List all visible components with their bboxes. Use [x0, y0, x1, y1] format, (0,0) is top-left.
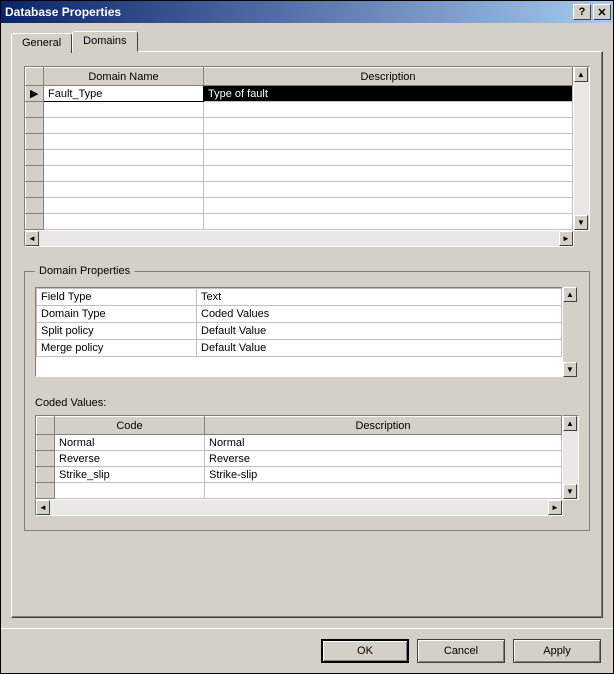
scroll-down-icon[interactable]: ▼ [563, 484, 577, 499]
help-button[interactable]: ? [573, 4, 591, 20]
domain-properties-group: Domain Properties Field TypeText Domain … [24, 265, 590, 531]
cell-desc[interactable]: Strike-slip [205, 467, 562, 483]
titlebar: Database Properties ? ✕ [1, 1, 613, 23]
prop-value[interactable]: Default Value [197, 340, 562, 357]
coded-values-grid[interactable]: Code Description NormalNormal ReverseRev… [35, 415, 563, 500]
prop-label: Merge policy [37, 340, 197, 357]
domain-properties-legend: Domain Properties [35, 265, 134, 277]
tab-domains[interactable]: Domains [72, 31, 137, 52]
scroll-up-icon[interactable]: ▲ [563, 416, 577, 431]
prop-value[interactable]: Coded Values [197, 306, 562, 323]
coded-vscroll[interactable]: ▲ ▼ [563, 415, 579, 500]
grid-corner [37, 417, 55, 435]
prop-value[interactable]: Default Value [197, 323, 562, 340]
cell-code[interactable]: Reverse [55, 451, 205, 467]
cancel-button[interactable]: Cancel [417, 639, 505, 663]
apply-button[interactable]: Apply [513, 639, 601, 663]
scroll-left-icon[interactable]: ◄ [25, 231, 39, 246]
col-header-domain-name[interactable]: Domain Name [44, 68, 204, 86]
tab-general[interactable]: General [11, 33, 72, 53]
coded-hscroll[interactable]: ◄ ► [35, 500, 563, 516]
domains-vscroll[interactable]: ▲ ▼ [574, 66, 590, 231]
prop-label: Split policy [37, 323, 197, 340]
prop-value[interactable]: Text [197, 289, 562, 306]
row-header[interactable] [26, 198, 44, 214]
row-header[interactable] [26, 166, 44, 182]
col-header-code[interactable]: Code [55, 417, 205, 435]
row-header[interactable] [37, 451, 55, 467]
tab-panel-domains: Domain Name Description ▶ Fault_Type Typ… [11, 51, 603, 618]
button-bar: OK Cancel Apply [1, 628, 613, 673]
scroll-left-icon[interactable]: ◄ [36, 500, 50, 515]
properties-grid[interactable]: Field TypeText Domain TypeCoded Values S… [35, 287, 563, 377]
row-header[interactable] [37, 435, 55, 451]
domains-hscroll[interactable]: ◄ ► [24, 231, 574, 247]
prop-label: Field Type [37, 289, 197, 306]
prop-label: Domain Type [37, 306, 197, 323]
row-header[interactable] [26, 214, 44, 230]
scroll-right-icon[interactable]: ► [548, 500, 562, 515]
cell-code[interactable]: Strike_slip [55, 467, 205, 483]
ok-button[interactable]: OK [321, 639, 409, 663]
grid-corner [26, 68, 44, 86]
row-header[interactable] [26, 134, 44, 150]
cell-domain-name[interactable]: Fault_Type [44, 86, 204, 102]
row-header[interactable] [26, 102, 44, 118]
tab-strip: General Domains [11, 31, 603, 51]
col-header-description[interactable]: Description [204, 68, 573, 86]
scroll-down-icon[interactable]: ▼ [563, 362, 577, 377]
dialog-window: Database Properties ? ✕ General Domains [0, 0, 614, 674]
row-header[interactable] [26, 150, 44, 166]
row-header[interactable] [37, 483, 55, 499]
col-header-description[interactable]: Description [205, 417, 562, 435]
cell-code[interactable]: Normal [55, 435, 205, 451]
scroll-down-icon[interactable]: ▼ [574, 215, 588, 230]
domains-grid[interactable]: Domain Name Description ▶ Fault_Type Typ… [24, 66, 574, 231]
row-header[interactable] [37, 467, 55, 483]
coded-values-label: Coded Values: [35, 397, 579, 409]
cell-desc[interactable]: Normal [205, 435, 562, 451]
scroll-up-icon[interactable]: ▲ [574, 67, 588, 82]
row-header[interactable] [26, 182, 44, 198]
row-header[interactable]: ▶ [26, 86, 44, 102]
close-button[interactable]: ✕ [593, 4, 611, 20]
window-title: Database Properties [5, 5, 571, 19]
scroll-up-icon[interactable]: ▲ [563, 287, 577, 302]
scroll-right-icon[interactable]: ► [559, 231, 573, 246]
cell-description[interactable]: Type of fault [204, 86, 573, 102]
cell-desc[interactable]: Reverse [205, 451, 562, 467]
row-header[interactable] [26, 118, 44, 134]
